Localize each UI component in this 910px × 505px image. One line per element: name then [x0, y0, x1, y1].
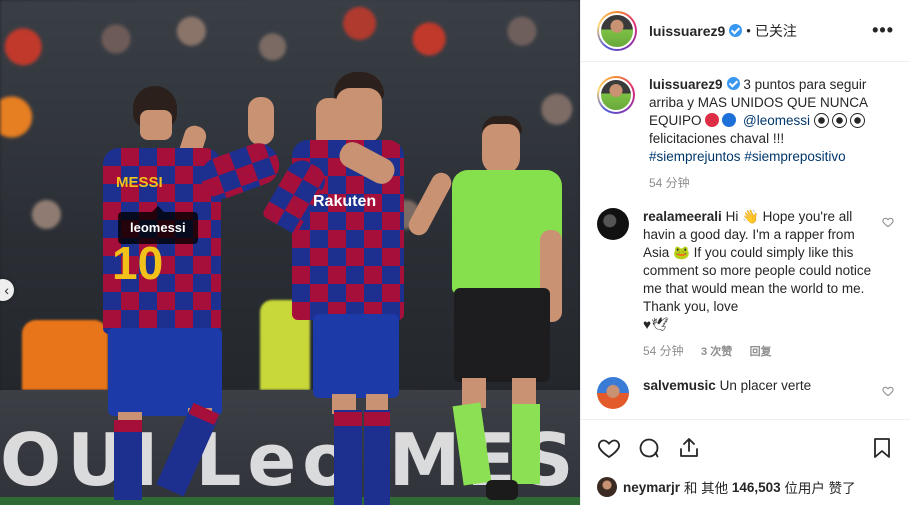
- soccer-ball-icon: [813, 113, 829, 128]
- comment-ending: ♥🕊: [643, 317, 669, 332]
- photo-tag-bubble[interactable]: leomessi: [118, 206, 198, 244]
- comment-username[interactable]: realameerali: [643, 209, 722, 224]
- verified-badge-icon: [729, 24, 743, 37]
- caption-time[interactable]: 54 分钟: [649, 176, 690, 190]
- comment-item: realameerali Hi 👋 Hope you're all havin …: [597, 208, 894, 367]
- red-circle-icon: [705, 113, 720, 127]
- post-photo[interactable]: OUI Leo MESS MESSI 10 Rakuten leomessi ‹: [0, 0, 580, 505]
- caption-avatar[interactable]: [597, 76, 635, 114]
- caption-hashtag[interactable]: #siemprejuntos: [649, 149, 741, 164]
- post-actions-bar: [581, 419, 910, 475]
- comment-username[interactable]: salvemusic: [643, 378, 716, 393]
- liker-avatar[interactable]: [597, 477, 617, 497]
- blue-circle-icon: [722, 113, 737, 127]
- commenter-avatar[interactable]: [597, 208, 629, 240]
- jersey-number: 10: [112, 237, 164, 289]
- author-avatar[interactable]: [597, 10, 637, 51]
- likes-count[interactable]: 146,503: [732, 480, 781, 495]
- post-side-panel: luissuarez9 • 已关注 ••• luissuarez9 3 punt…: [580, 0, 910, 505]
- more-icon[interactable]: •••: [872, 20, 894, 41]
- jersey-sponsor: Rakuten: [313, 193, 377, 210]
- caption-hashtag[interactable]: #siemprepositivo: [744, 149, 845, 164]
- post-dialog: OUI Leo MESS MESSI 10 Rakuten leomessi ‹…: [0, 0, 910, 505]
- reply-button[interactable]: 回复: [750, 346, 772, 358]
- caption-text-2: felicitaciones chaval !!!: [649, 131, 785, 146]
- bookmark-icon[interactable]: [870, 436, 894, 460]
- soccer-ball-icon: [849, 113, 865, 128]
- caption: luissuarez9 3 puntos para seguir arriba …: [597, 76, 894, 198]
- comment-item: salvemusic Un placer verte: [597, 377, 894, 409]
- comments-list: luissuarez9 3 puntos para seguir arriba …: [581, 62, 910, 419]
- jersey-name: MESSI: [116, 174, 163, 191]
- comment-text: Un placer verte: [719, 378, 812, 393]
- caption-username[interactable]: luissuarez9: [649, 77, 723, 92]
- follow-button[interactable]: 已关注: [755, 21, 797, 41]
- share-icon[interactable]: [677, 436, 701, 460]
- likes-connector: 和 其他: [683, 481, 729, 496]
- likes-suffix: 位用户 赞了: [784, 481, 856, 496]
- verified-badge-icon: [726, 77, 740, 90]
- comment-text: Hi 👋 Hope you're all havin a good day. I…: [643, 209, 872, 314]
- comment-icon[interactable]: [637, 436, 661, 460]
- likes-summary: neymarjr 和 其他 146,503 位用户 赞了: [581, 475, 910, 505]
- post-header: luissuarez9 • 已关注 •••: [581, 0, 910, 62]
- soccer-ball-icon: [831, 113, 847, 128]
- caption-mention[interactable]: @leomessi: [743, 113, 810, 128]
- comment-meta: 54 分钟 3 次赞 回复: [643, 342, 876, 361]
- heart-icon[interactable]: [597, 436, 621, 460]
- steward-vest: [22, 320, 108, 390]
- heart-icon[interactable]: [882, 216, 894, 228]
- heart-icon[interactable]: [882, 385, 894, 397]
- comment-time[interactable]: 54 分钟: [643, 344, 684, 358]
- liker-username[interactable]: neymarjr: [623, 480, 680, 495]
- comment-like-count[interactable]: 3 次赞: [701, 346, 732, 358]
- caption-meta: 54 分钟: [649, 174, 876, 192]
- separator-dot: •: [746, 23, 751, 38]
- commenter-avatar[interactable]: [597, 377, 629, 409]
- author-username[interactable]: luissuarez9: [649, 23, 725, 39]
